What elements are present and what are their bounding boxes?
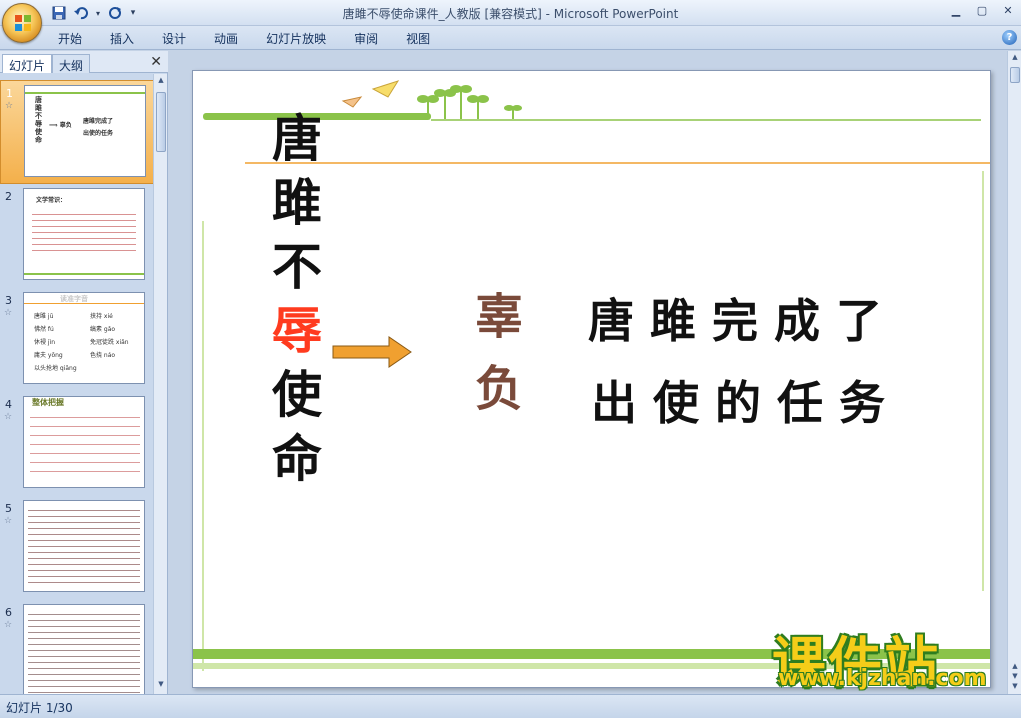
thumbnail-row-2[interactable]: 2 文学常识： <box>0 184 154 288</box>
slide-thumbnail[interactable] <box>23 500 145 592</box>
pane-tabs: 幻灯片 大纲 ✕ <box>0 51 168 73</box>
prev-slide-icon[interactable]: ▲ <box>1010 662 1020 672</box>
thumbnail-number: 5 <box>5 502 12 515</box>
thumb-text: 庸夫 yōng <box>34 352 63 359</box>
slide-thumbnail[interactable]: 文学常识： <box>23 188 145 280</box>
thumbnail-row-5[interactable]: 5 ☆ <box>0 496 154 600</box>
thumbnail-list: 1 ☆ 唐雎不辱使命 ⟹ 辜负 唐雎完成了 出使的任务 2 文学常识： 3 ☆ <box>0 74 154 694</box>
slide-scrollbar[interactable]: ▲ ▲ ▼ ▼ <box>1007 51 1021 694</box>
thumb-text: 休祲 jìn <box>34 339 56 346</box>
scroll-up-icon[interactable]: ▲ <box>1010 53 1020 63</box>
transition-star-icon: ☆ <box>4 412 13 422</box>
thumbnail-number: 2 <box>5 190 12 203</box>
minimize-icon[interactable]: ▁ <box>943 0 969 20</box>
tab-slideshow[interactable]: 幻灯片放映 <box>266 30 342 47</box>
slide-thumbnail[interactable]: 读准字音 唐雎 jū 挟持 xié 怫然 fú 缟素 gǎo 休祲 jìn 免冠… <box>23 292 145 384</box>
thumbnail-row-4[interactable]: 4 ☆ 整体把握 <box>0 392 154 496</box>
thumb-text: 免冠徒跣 xiǎn <box>90 339 129 346</box>
tab-review[interactable]: 审阅 <box>354 30 394 47</box>
title-char: 唐 <box>272 109 322 168</box>
window-controls: ▁ ▢ ✕ <box>943 0 1021 20</box>
slide-thumbnail[interactable]: 唐雎不辱使命 ⟹ 辜负 唐雎完成了 出使的任务 <box>24 85 146 177</box>
close-pane-icon[interactable]: ✕ <box>150 54 162 70</box>
tab-outline[interactable]: 大纲 <box>52 54 91 73</box>
thumbnail-number: 3 <box>5 294 12 307</box>
key-word-char: 负 <box>474 361 523 417</box>
thumb-text: 唐雎完成了 <box>83 118 114 125</box>
thumb-title: 文学常识： <box>36 197 67 204</box>
watermark-url: www.kjzhan.com <box>778 666 987 691</box>
answer-line-1: 唐雎完成了 <box>588 294 898 348</box>
thumb-text: ⟹ 辜负 <box>49 122 72 129</box>
ribbon: 开始 插入 设计 动画 幻灯片放映 审阅 视图 ? <box>0 26 1021 50</box>
office-button[interactable] <box>2 3 42 43</box>
office-logo-icon <box>15 15 31 31</box>
scroll-down-icon[interactable]: ▼ <box>1010 682 1020 692</box>
transition-star-icon: ☆ <box>4 308 13 318</box>
thumb-title: 唐雎不辱使命 <box>35 96 42 144</box>
slide-thumbnail[interactable]: 整体把握 <box>23 396 145 488</box>
slide-counter: 幻灯片 1/30 <box>6 701 73 715</box>
key-word: 辜 负 <box>471 281 527 425</box>
thumbnail-row-1[interactable]: 1 ☆ 唐雎不辱使命 ⟹ 辜负 唐雎完成了 出使的任务 <box>0 80 154 184</box>
slide-canvas[interactable]: 唐 雎 不 辱 使 命 辜 负 唐雎完成了 出使的任务 <box>192 70 991 688</box>
slide-thumbnail[interactable] <box>23 604 145 694</box>
status-bar: 幻灯片 1/30 <box>0 694 1021 718</box>
thumb-text: 以头抢地 qiāng <box>34 365 77 372</box>
restore-icon[interactable]: ▢ <box>969 0 995 20</box>
title-char: 使 <box>272 365 322 424</box>
tab-view[interactable]: 视图 <box>406 30 446 47</box>
tab-animations[interactable]: 动画 <box>214 30 254 47</box>
close-icon[interactable]: ✕ <box>995 0 1021 20</box>
transition-star-icon: ☆ <box>5 101 14 111</box>
thumbnail-row-3[interactable]: 3 ☆ 读准字音 唐雎 jū 挟持 xié 怫然 fú 缟素 gǎo 休祲 jì… <box>0 288 154 392</box>
title-char: 雎 <box>272 173 322 232</box>
key-word-char: 辜 <box>474 289 523 345</box>
scroll-up-icon[interactable]: ▲ <box>156 76 166 88</box>
thumb-title: 读准字音 <box>60 295 88 303</box>
thumb-text: 挟持 xié <box>90 313 113 320</box>
transition-star-icon: ☆ <box>4 620 13 630</box>
tab-slides[interactable]: 幻灯片 <box>2 54 53 73</box>
answer-line-2: 出使的任务 <box>591 376 901 430</box>
thumbnail-row-6[interactable]: 6 ☆ <box>0 600 154 694</box>
thumb-text: 色挠 náo <box>90 352 116 359</box>
title-bar: ▾ ▾ 唐雎不辱使命课件_人教版 [兼容模式] - Microsoft Powe… <box>0 0 1021 26</box>
slides-pane: 幻灯片 大纲 ✕ 1 ☆ 唐雎不辱使命 ⟹ 辜负 唐雎完成了 出使的任务 2 文… <box>0 51 168 694</box>
tab-insert[interactable]: 插入 <box>110 30 150 47</box>
thumb-title: 整体把握 <box>32 398 64 407</box>
thumb-text: 唐雎 jū <box>34 313 54 320</box>
thumb-text: 缟素 gǎo <box>90 326 116 333</box>
thumbnail-number: 1 <box>6 87 13 100</box>
window-title: 唐雎不辱使命课件_人教版 [兼容模式] - Microsoft PowerPoi… <box>342 7 679 21</box>
title-char-highlight: 辱 <box>272 301 322 360</box>
thumb-text: 怫然 fú <box>34 326 54 333</box>
next-slide-icon[interactable]: ▼ <box>1010 672 1020 682</box>
scroll-thumb[interactable] <box>156 92 166 152</box>
thumb-text: 出使的任务 <box>83 130 114 137</box>
help-icon[interactable]: ? <box>1002 30 1017 45</box>
slide-title: 唐 雎 不 辱 使 命 <box>265 107 329 491</box>
title-char: 不 <box>272 237 322 296</box>
thumbnail-number: 4 <box>5 398 12 411</box>
tab-design[interactable]: 设计 <box>162 30 202 47</box>
scroll-down-icon[interactable]: ▼ <box>156 680 166 692</box>
scroll-thumb[interactable] <box>1010 67 1020 83</box>
thumbnail-number: 6 <box>5 606 12 619</box>
title-char: 命 <box>272 429 322 488</box>
ribbon-tabs: 开始 插入 设计 动画 幻灯片放映 审阅 视图 <box>58 30 458 47</box>
transition-star-icon: ☆ <box>4 516 13 526</box>
pane-scrollbar[interactable]: ▲ ▼ <box>153 74 167 694</box>
tab-home[interactable]: 开始 <box>58 30 98 47</box>
